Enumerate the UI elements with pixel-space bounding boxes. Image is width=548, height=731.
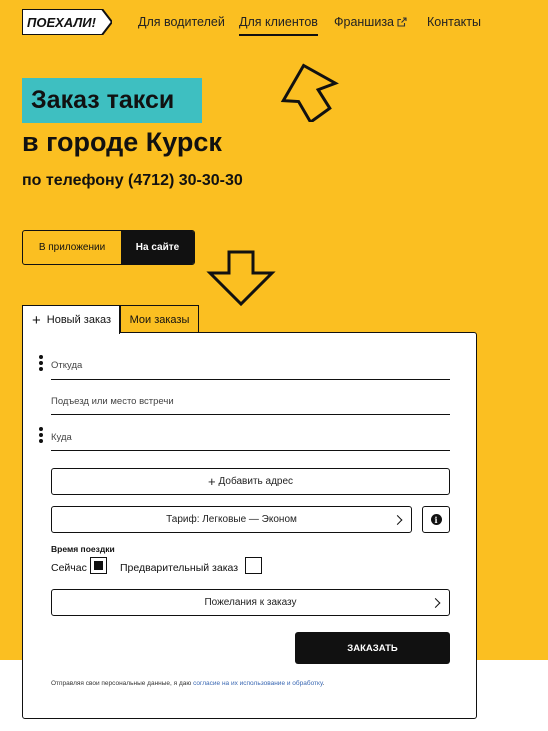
consent-end: . — [322, 680, 325, 687]
logo-text: ПОЕХАЛИ! — [27, 15, 97, 30]
plus-icon: + — [207, 474, 216, 489]
consent-prefix: Отправляя свои персональные данные, я да… — [51, 680, 192, 687]
order-wishes-button[interactable]: Пожелания к заказу — [51, 589, 450, 616]
chevron-right-icon — [430, 597, 441, 608]
drag-handle-icon[interactable] — [39, 427, 44, 445]
info-icon: i — [430, 514, 442, 525]
tariff-info-button[interactable]: i — [422, 506, 450, 533]
trip-time-title: Время поездки — [51, 544, 115, 554]
to-underline — [51, 450, 450, 451]
now-checkbox[interactable] — [90, 557, 107, 574]
nav-label: Франшиза — [334, 15, 395, 29]
headline-city: в городе Курск — [22, 127, 222, 157]
headline: Заказ такси — [31, 86, 175, 114]
tab-label: Мои заказы — [129, 313, 190, 326]
plus-icon: + — [32, 311, 41, 329]
nav-contacts[interactable]: Контакты — [427, 15, 481, 29]
consent-link[interactable]: согласие на их использование и обработку — [193, 680, 322, 687]
toggle-in-app[interactable]: В приложении — [23, 231, 121, 264]
nav-for-drivers[interactable]: Для водителей — [138, 15, 225, 29]
tab-label: Новый заказ — [46, 314, 112, 326]
from-underline — [51, 379, 450, 380]
tariff-select[interactable]: Тариф: Легковые — Эконом — [51, 506, 412, 533]
entrance-underline — [51, 414, 450, 415]
phone-line: по телефону (4712) 30-30-30 — [22, 172, 243, 189]
add-address-label: Добавить адрес — [218, 476, 294, 487]
add-address-button[interactable]: + Добавить адрес — [51, 468, 450, 495]
now-label[interactable]: Сейчас — [51, 562, 87, 574]
nav-franchise[interactable]: Франшиза — [334, 15, 407, 29]
logo[interactable]: ПОЕХАЛИ! — [22, 9, 112, 35]
nav-label: Для водителей — [138, 15, 225, 29]
order-form-panel: Откуда Подъезд или место встречи Куда + … — [22, 332, 477, 719]
consent-text: Отправляя свои персональные данные, я да… — [51, 680, 324, 687]
nav-label: Контакты — [427, 15, 481, 29]
preorder-label[interactable]: Предварительный заказ — [120, 562, 238, 574]
external-link-icon — [397, 17, 407, 27]
nav-for-clients[interactable]: Для клиентов — [239, 15, 318, 36]
tariff-label: Тариф: Легковые — Эконом — [166, 514, 297, 525]
order-mode-toggle: В приложении На сайте — [22, 230, 195, 265]
order-submit-button[interactable]: ЗАКАЗАТЬ — [295, 632, 450, 664]
arrow-up-annotation-icon — [280, 63, 339, 122]
tab-new-order[interactable]: + Новый заказ — [22, 305, 120, 334]
nav-label-active: Для клиентов — [239, 15, 318, 36]
arrow-down-annotation-icon — [206, 250, 276, 307]
preorder-checkbox[interactable] — [245, 557, 262, 574]
drag-handle-icon[interactable] — [39, 355, 44, 373]
toggle-on-site[interactable]: На сайте — [121, 231, 194, 264]
from-input[interactable]: Откуда — [51, 360, 82, 371]
tab-my-orders[interactable]: Мои заказы — [120, 305, 199, 333]
to-input[interactable]: Куда — [51, 432, 72, 443]
entrance-input[interactable]: Подъезд или место встречи — [51, 396, 174, 407]
chevron-right-icon — [392, 514, 403, 525]
wishes-label: Пожелания к заказу — [204, 597, 297, 608]
